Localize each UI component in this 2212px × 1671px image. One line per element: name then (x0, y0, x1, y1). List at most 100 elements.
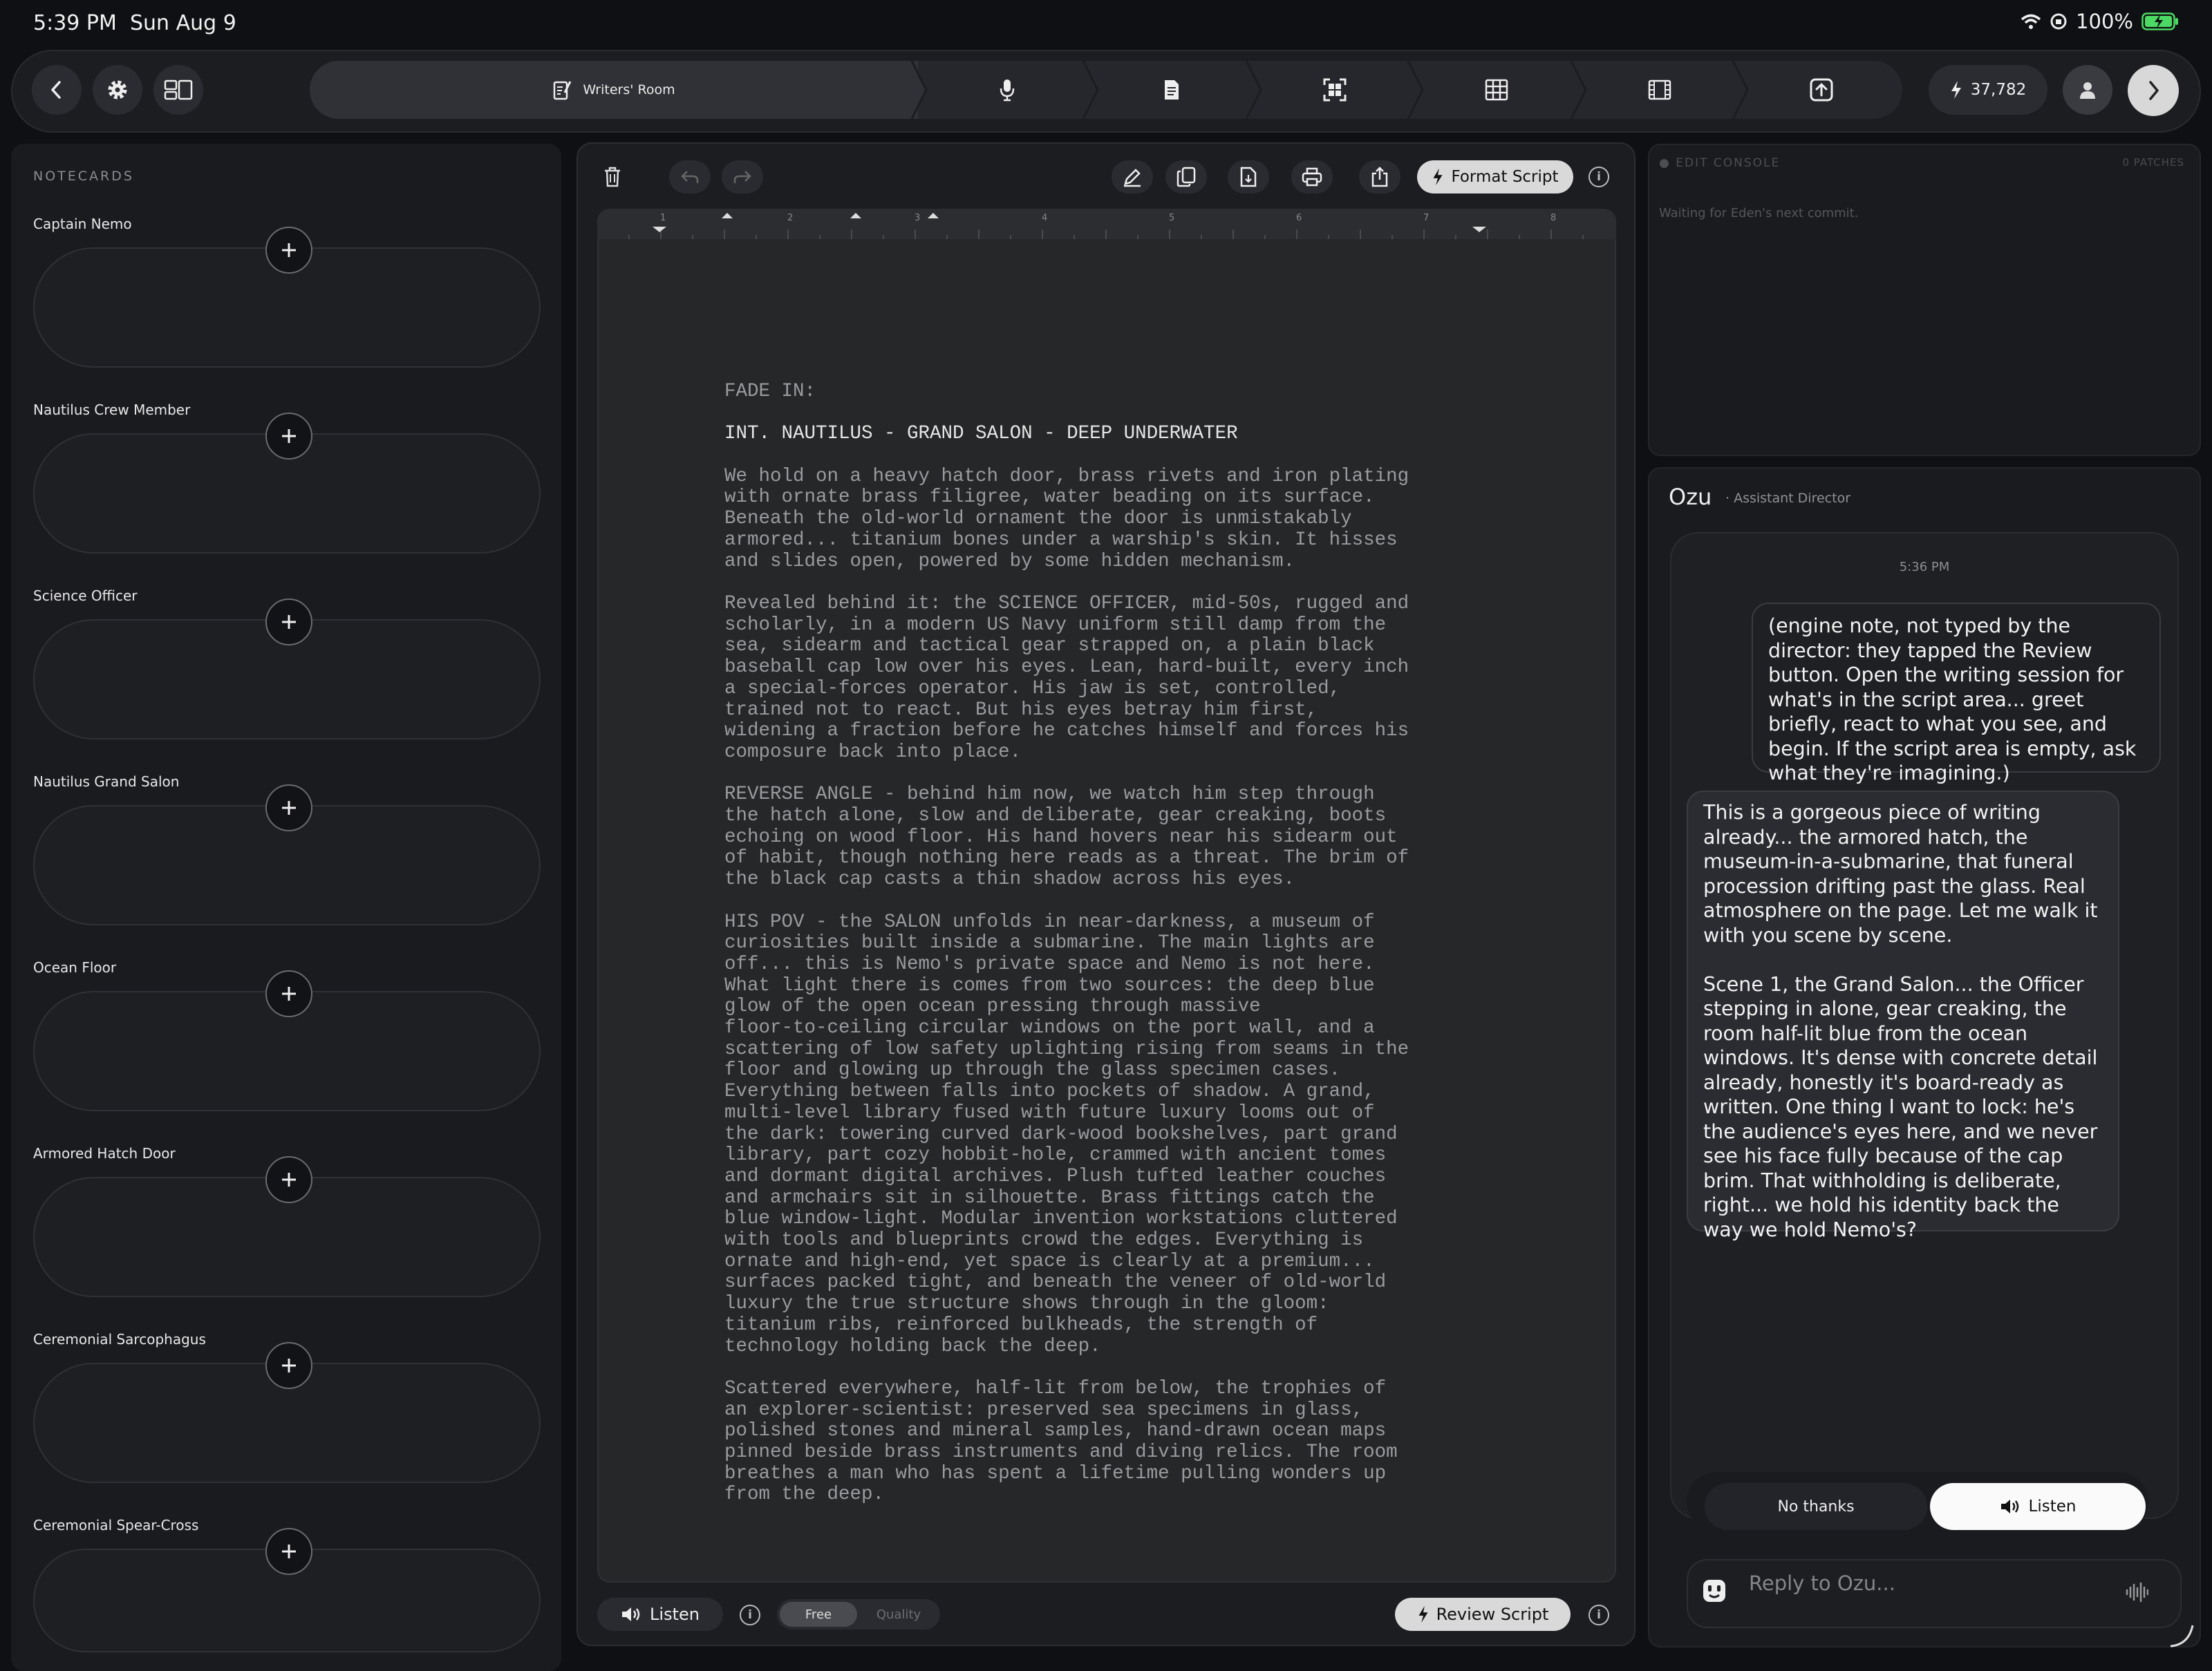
layout-toggle-button[interactable] (153, 65, 203, 115)
stage-voice[interactable] (932, 61, 1082, 119)
document-import-icon (1240, 167, 1257, 187)
notecard-label: Nautilus Crew Member (33, 402, 191, 418)
redo-button[interactable] (722, 160, 763, 193)
stage-label: Writers' Room (583, 82, 675, 97)
orientation-lock-icon (2050, 13, 2067, 30)
profile-button[interactable] (2063, 65, 2112, 115)
notecard-slot[interactable] (33, 1528, 541, 1652)
user-icon (2080, 82, 2095, 99)
print-button[interactable] (1291, 160, 1333, 193)
delete-button[interactable] (599, 163, 626, 191)
add-notecard-button[interactable] (265, 1528, 312, 1575)
lightning-bolt-icon (1951, 81, 1961, 99)
notecard-slot[interactable] (33, 1156, 541, 1297)
add-notecard-button[interactable] (265, 598, 312, 645)
battery-percent: 100% (2076, 10, 2133, 33)
stage-script[interactable] (1098, 61, 1246, 119)
notecard-label: Ceremonial Sarcophagus (33, 1331, 206, 1348)
settings-button[interactable] (93, 65, 142, 115)
add-notecard-button[interactable] (265, 1156, 312, 1203)
info-icon[interactable]: i (1588, 167, 1609, 187)
add-notecard-button[interactable] (265, 413, 312, 460)
action-paragraph: Revealed behind it: the SCIENCE OFFICER,… (724, 592, 1409, 763)
quality-option-quality[interactable]: Quality (860, 1602, 937, 1627)
chevron-left-icon (51, 81, 61, 99)
no-thanks-button[interactable]: No thanks (1705, 1483, 1927, 1530)
wifi-icon (2021, 14, 2041, 29)
add-notecard-button[interactable] (265, 970, 312, 1017)
stage-divider (910, 61, 928, 119)
add-notecard-button[interactable] (265, 1342, 312, 1389)
ruler: 1 2 3 4 5 6 7 8 (597, 209, 1616, 239)
token-count: 37,782 (1970, 81, 2027, 99)
notecard-label: Science Officer (33, 587, 138, 604)
patch-count: 0 PATCHES (2122, 156, 2184, 169)
script-transition: FADE IN: (724, 381, 816, 402)
gear-icon (108, 80, 127, 100)
voice-input-button[interactable] (2122, 1578, 2151, 1606)
message-timestamp: 5:36 PM (1899, 560, 1950, 574)
film-strip-icon (1648, 79, 1671, 100)
ruler-number: 5 (1169, 213, 1175, 223)
reply-input[interactable]: Reply to Ozu... (1749, 1571, 1895, 1595)
undo-icon (681, 171, 699, 183)
script-text[interactable]: FADE IN: INT. NAUTILUS - GRAND SALON - DE… (724, 381, 1499, 1506)
plus-icon (282, 243, 296, 257)
add-notecard-button[interactable] (265, 784, 312, 831)
quality-option-free[interactable]: Free (780, 1602, 857, 1627)
info-icon[interactable]: i (740, 1605, 760, 1625)
stage-film[interactable] (1586, 61, 1734, 119)
notecard-slot[interactable] (33, 1342, 541, 1483)
import-button[interactable] (1228, 160, 1269, 193)
plus-icon (282, 429, 296, 443)
copy-button[interactable] (1165, 160, 1207, 193)
speaker-icon (2000, 1500, 2018, 1513)
status-indicators: 100% (2021, 10, 2179, 33)
back-button[interactable] (32, 65, 82, 115)
user-message-bubble: (engine note, not typed by the director:… (1752, 603, 2161, 784)
waveform-icon (2126, 1582, 2148, 1603)
stage-breakdown[interactable] (1423, 61, 1571, 119)
plus-icon (282, 987, 296, 1001)
notecard-slot[interactable] (33, 227, 541, 368)
notecard-slot[interactable] (33, 413, 541, 554)
export-upload-icon (1810, 78, 1833, 102)
plus-icon (282, 1359, 296, 1372)
ruler-number: 8 (1550, 213, 1557, 223)
pencil-icon (1124, 169, 1141, 187)
listen-script-button[interactable]: Listen (597, 1598, 723, 1631)
resize-handle-icon[interactable] (2168, 1621, 2195, 1649)
chevron-right-icon (2149, 81, 2159, 100)
plus-icon (282, 1173, 296, 1187)
stage-writers-room[interactable]: Writers' Room (310, 61, 918, 119)
ruler-number: 7 (1423, 213, 1430, 223)
add-notecard-button[interactable] (265, 227, 312, 274)
action-paragraph: We hold on a heavy hatch door, brass riv… (724, 465, 1409, 572)
stage-storyboard[interactable] (1261, 61, 1409, 119)
lightning-bolt-icon (1433, 168, 1443, 186)
share-button[interactable] (1359, 160, 1400, 193)
redo-icon (733, 171, 751, 183)
notecard-label: Ocean Floor (33, 959, 117, 976)
notecard-slot[interactable] (33, 784, 541, 925)
next-button[interactable] (2128, 65, 2179, 116)
action-paragraph: REVERSE ANGLE - behind him now, we watch… (724, 784, 1409, 891)
plus-icon (282, 1545, 296, 1558)
review-script-button[interactable]: Review Script (1395, 1598, 1571, 1631)
listen-button[interactable]: Listen (1930, 1483, 2146, 1530)
notecard-label: Nautilus Grand Salon (33, 773, 180, 790)
share-icon (1371, 167, 1388, 187)
notepad-pencil-icon (554, 81, 572, 100)
action-paragraph: Scattered everywhere, half-lit from belo… (724, 1377, 1398, 1506)
info-icon[interactable]: i (1588, 1605, 1609, 1625)
format-script-button[interactable]: Format Script (1417, 160, 1573, 193)
assistant-name: Ozu (1669, 484, 1712, 510)
notecards-title: NOTECARDS (33, 169, 134, 184)
token-balance[interactable]: 37,782 (1929, 65, 2047, 115)
battery-charging-icon (2141, 12, 2178, 30)
edit-button[interactable] (1112, 160, 1153, 193)
undo-button[interactable] (669, 160, 711, 193)
notecard-slot[interactable] (33, 970, 541, 1111)
stage-export[interactable] (1747, 61, 1895, 119)
notecard-slot[interactable] (33, 598, 541, 739)
